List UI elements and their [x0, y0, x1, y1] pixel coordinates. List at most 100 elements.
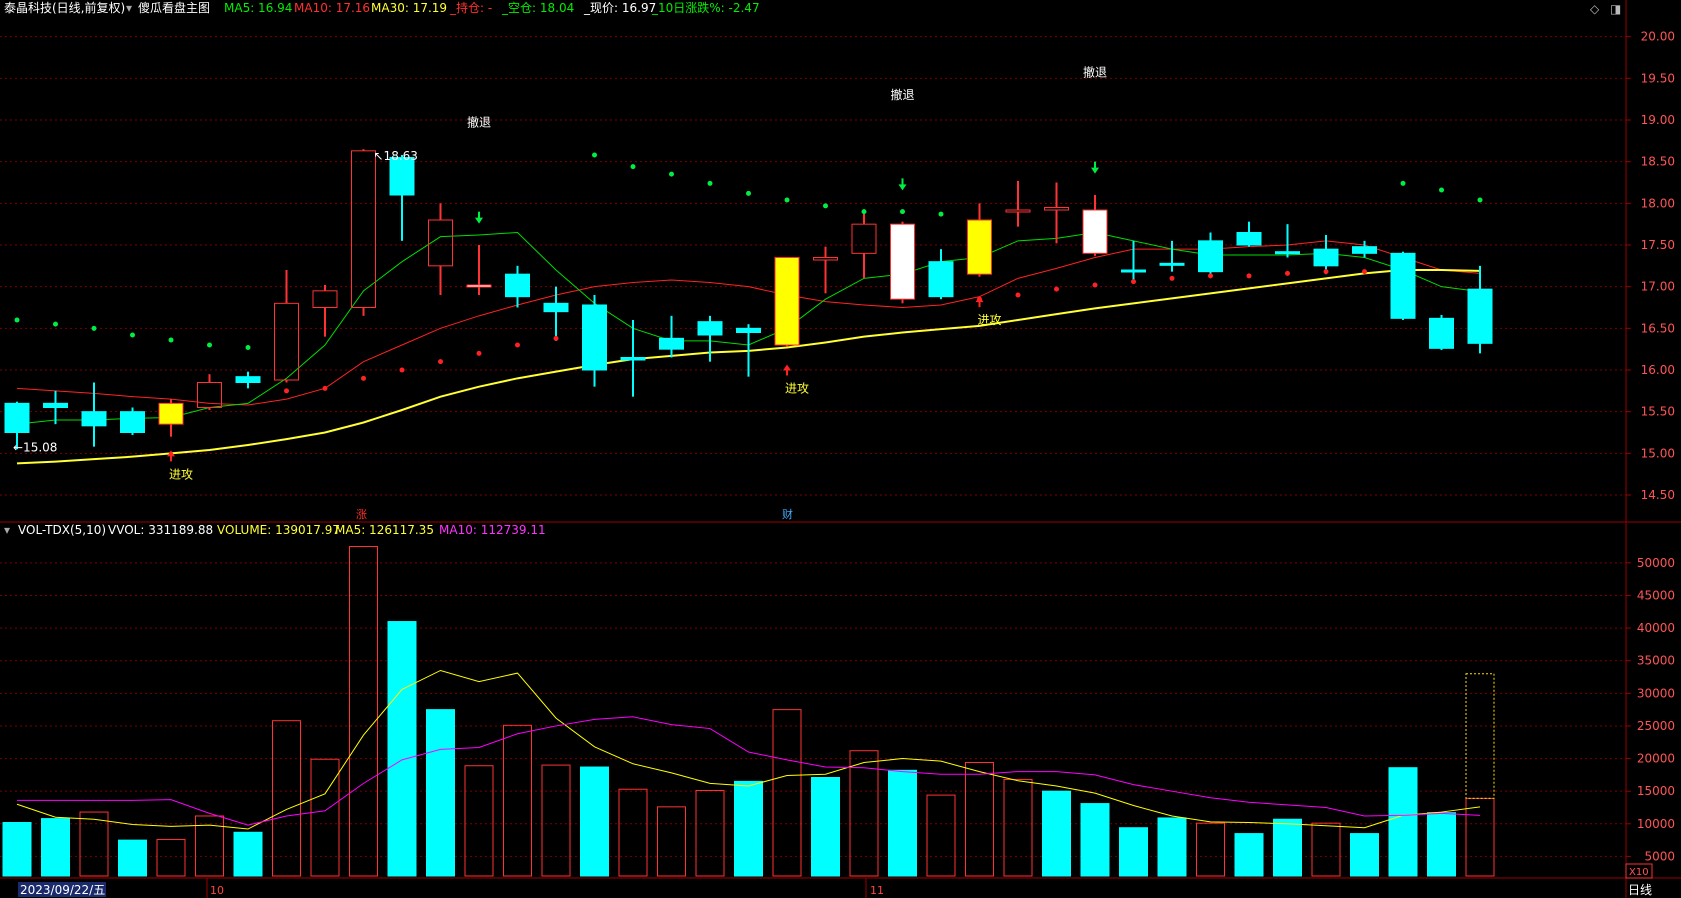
volume-bar	[1427, 812, 1456, 877]
volume-bar	[1234, 833, 1264, 877]
signal-dot	[861, 209, 867, 215]
hold-readout: _持仓: -	[449, 0, 492, 15]
volume-tick-label: 15000	[1637, 784, 1675, 798]
volume-bar	[772, 709, 802, 877]
volume-bar	[541, 764, 571, 877]
volume-bar	[1042, 790, 1071, 877]
candle-body	[312, 290, 338, 309]
candle-body	[1198, 240, 1223, 273]
price-tick-label: 19.50	[1641, 71, 1675, 85]
signal-dot	[130, 332, 135, 338]
retreat-arrow-head	[475, 217, 483, 224]
signal-dot	[1208, 273, 1213, 279]
signal-dot	[1015, 292, 1021, 298]
signal-dot	[784, 197, 790, 203]
diamond-icon[interactable]: ◇	[1590, 2, 1600, 16]
volume-bar	[1196, 822, 1225, 877]
volume-tick-label: 35000	[1637, 654, 1675, 668]
volume-indicator-name[interactable]: VOL-TDX(5,10)	[18, 523, 106, 537]
signal-dot	[1477, 197, 1483, 203]
signal-dot	[938, 211, 944, 217]
period-label[interactable]: 日线	[1628, 883, 1652, 897]
x-label-oct: 10	[210, 884, 224, 897]
candle-body	[158, 402, 184, 425]
volume-bar	[464, 765, 494, 877]
volume-bar	[695, 790, 725, 877]
volume-bar	[79, 811, 109, 877]
volume-bar	[1465, 797, 1495, 877]
candle-body	[697, 321, 723, 336]
signal-dot	[515, 342, 520, 348]
ma10-readout: MA10: 17.16	[294, 1, 370, 15]
volume-bar	[387, 621, 417, 877]
volume-bar	[1080, 803, 1110, 877]
vol-ma5-readout: MA5: 126117.35	[335, 523, 434, 537]
volume-readout: VOLUME: 139017.97	[217, 523, 340, 537]
signal-dot	[245, 345, 251, 350]
price-panel: 进攻 撤退进攻 撤退进攻 撤退 ↖18.63 ←15.08	[4, 65, 1493, 481]
retreat-label: 撤退	[890, 87, 914, 102]
volume-bar	[618, 788, 648, 877]
candle-body	[1313, 248, 1339, 267]
volume-bar	[310, 758, 340, 877]
candle-body	[582, 304, 607, 371]
candle-body	[774, 257, 800, 346]
candle-body	[1082, 209, 1108, 254]
price-tick-label: 20.00	[1641, 30, 1675, 44]
volume-bar	[2, 822, 32, 877]
volume-tick-label: 45000	[1637, 588, 1675, 602]
collapse-icon[interactable]: ◨	[1610, 2, 1621, 16]
candle-body	[428, 219, 453, 267]
signal-dot	[707, 180, 713, 186]
signal-dot	[476, 350, 482, 356]
volume-tick-label: 50000	[1637, 556, 1675, 570]
signal-dot	[322, 385, 328, 391]
candle-body	[1121, 269, 1146, 273]
signal-dot	[399, 367, 405, 373]
indicator-toggle-icon[interactable]: ▾	[126, 1, 132, 15]
limit-up-marker[interactable]: 涨	[356, 508, 367, 521]
volume-tick-label: 10000	[1637, 817, 1675, 831]
candle-body	[928, 261, 954, 298]
candle-body	[1005, 209, 1031, 213]
candle-body	[851, 223, 877, 254]
volume-bar	[1273, 818, 1302, 877]
signal-dot	[438, 359, 443, 365]
candle-body	[1159, 262, 1185, 266]
indicator-title[interactable]: 傻瓜看盘主图	[138, 0, 210, 15]
candle-body	[81, 411, 107, 427]
x-label-nov: 11	[870, 884, 884, 897]
candle-body	[505, 273, 530, 298]
signal-dot	[630, 164, 636, 170]
price-tick-label: 18.00	[1641, 196, 1675, 210]
signal-dot	[284, 388, 289, 394]
candle-body	[235, 376, 261, 383]
change-readout: _10日涨跌%: -2.47	[651, 0, 760, 15]
price-tick-label: 15.00	[1641, 446, 1675, 460]
signal-dot	[592, 152, 597, 158]
ma5-readout: MA5: 16.94	[224, 1, 292, 15]
finance-marker[interactable]: 财	[782, 507, 793, 521]
attack-arrow-head	[783, 364, 791, 371]
volume-bar	[272, 720, 301, 877]
high-price-label: ↖18.63	[374, 149, 418, 163]
volume-forecast-bar	[1465, 673, 1495, 799]
price-tick-label: 18.50	[1641, 155, 1675, 169]
candle-body	[1352, 246, 1377, 254]
scale-label[interactable]: X10	[1629, 867, 1649, 878]
candle-body	[274, 302, 299, 381]
low-price-label: ←15.08	[13, 441, 57, 455]
candle-body	[1236, 232, 1262, 246]
volume-tick-label: 25000	[1637, 719, 1675, 733]
stock-chart[interactable]: 进攻 撤退进攻 撤退进攻 撤退 ↖18.63 ←15.08 20.00 19.50 19.00…	[0, 0, 1681, 898]
retreat-label: 撤退	[467, 115, 491, 130]
volume-bar	[888, 769, 917, 877]
signal-dot	[1362, 269, 1367, 275]
candle-body	[120, 411, 145, 433]
volume-bar	[1388, 767, 1418, 877]
retreat-arrow-head	[898, 184, 907, 191]
stock-title: 泰晶科技(日线,前复权)	[4, 0, 125, 15]
volume-toggle-icon[interactable]: ▾	[4, 523, 10, 537]
candle-body	[466, 284, 492, 288]
price-tick-label: 19.00	[1641, 113, 1675, 127]
